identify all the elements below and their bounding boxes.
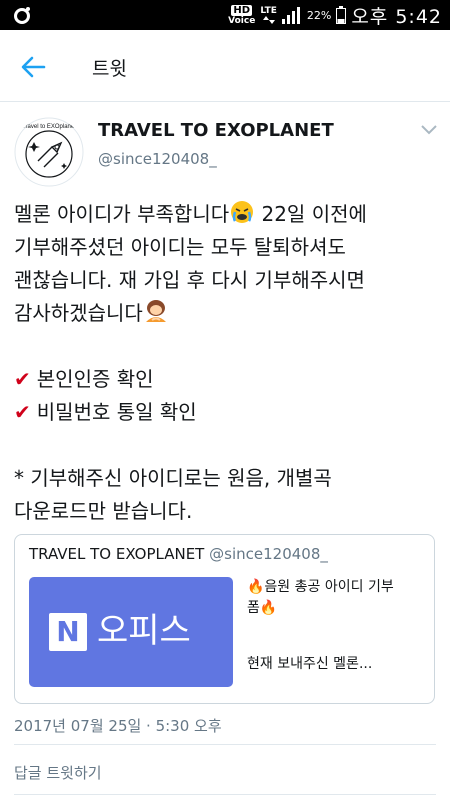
crying-face-icon [231,201,254,223]
tweet-line-text: 멜론 아이디가 부족합니다 [14,202,230,226]
tweet-line-text: 감사하겠습니다 [14,301,143,325]
link-thumbnail[interactable]: N 오피스 [29,577,233,687]
chevron-down-icon[interactable] [420,122,438,136]
avatar[interactable]: Travel to EXOplanet [14,117,84,187]
svg-text:Travel to EXOplanet: Travel to EXOplanet [22,124,76,130]
tweet-line-text: 22일 이전에 [261,202,367,226]
checklist-item: ✔ 비밀번호 통일 확인 [14,396,439,429]
reply-input[interactable]: 답글 트윗하기 [14,762,102,783]
quote-author-handle: @since120408_ [209,545,328,563]
app-logo-icon [14,7,30,24]
battery-icon [336,6,347,24]
arrow-left-icon[interactable] [18,52,48,82]
lte-label: LTE [260,6,277,16]
status-indicators: HD Voice LTE 22% 오후 5:42 [228,0,442,30]
checklist-item: ✔ 본인인증 확인 [14,363,439,396]
bowing-girl-icon [145,300,166,322]
tweet-line: * 기부해주신 아이디로는 원음, 개별곡 [14,466,332,490]
check-mark-icon: ✔ [14,400,31,424]
data-arrows-icon [262,16,275,24]
checklist-text: 비밀번호 통일 확인 [36,400,197,424]
quote-text: 🔥음원 총공 아이디 기부 폼🔥 [247,577,427,619]
tweet-timestamp: 2017년 07월 25일 · 5:30 오후 [14,717,222,735]
tweet-text: 멜론 아이디가 부족합니다 22일 이전에 기부해주셨던 아이디는 모두 탈퇴하… [14,198,439,528]
voice-label: Voice [228,15,256,26]
page-title: 트윗 [92,58,127,80]
author-name[interactable]: TRAVEL TO EXOPLANET [98,120,334,141]
check-mark-icon: ✔ [14,367,31,391]
tweet-line: 기부해주셨던 아이디는 모두 탈퇴하셔도 [14,235,346,259]
hd-voice-indicator: HD Voice [228,4,256,26]
quote-text-line: 🔥음원 총공 아이디 기부 [247,579,394,595]
quote-author-name: TRAVEL TO EXOPLANET [29,545,205,563]
naver-logo: N [49,613,87,651]
battery-percent: 22% [306,8,332,22]
status-bar: HD Voice LTE 22% 오후 5:42 [0,0,450,30]
hd-label: HD [231,4,253,16]
divider [14,744,436,745]
divider [14,794,436,795]
tweet-line: 괜찮습니다. 재 가입 후 다시 기부해주시면 [14,268,365,292]
quoted-tweet-card[interactable]: TRAVEL TO EXOPLANET @since120408_ N 오피스 … [14,534,435,704]
tweet-line: 다운로드만 받습니다. [14,499,193,523]
tweet-line: 감사하겠습니다 [14,297,439,330]
quote-text-line: 폼🔥 [247,600,278,616]
thumbnail-label: 오피스 [97,611,191,651]
quote-author: TRAVEL TO EXOPLANET @since120408_ [29,545,328,563]
tweet-line: 멜론 아이디가 부족합니다 22일 이전에 [14,198,439,231]
checklist-text: 본인인증 확인 [36,367,154,391]
quote-excerpt: 현재 보내주신 멜론... [247,656,373,672]
author-handle[interactable]: @since120408_ [98,150,217,168]
app-header: 트윗 [0,30,450,102]
signal-icon [281,7,300,24]
clock: 오후 5:42 [351,5,442,28]
